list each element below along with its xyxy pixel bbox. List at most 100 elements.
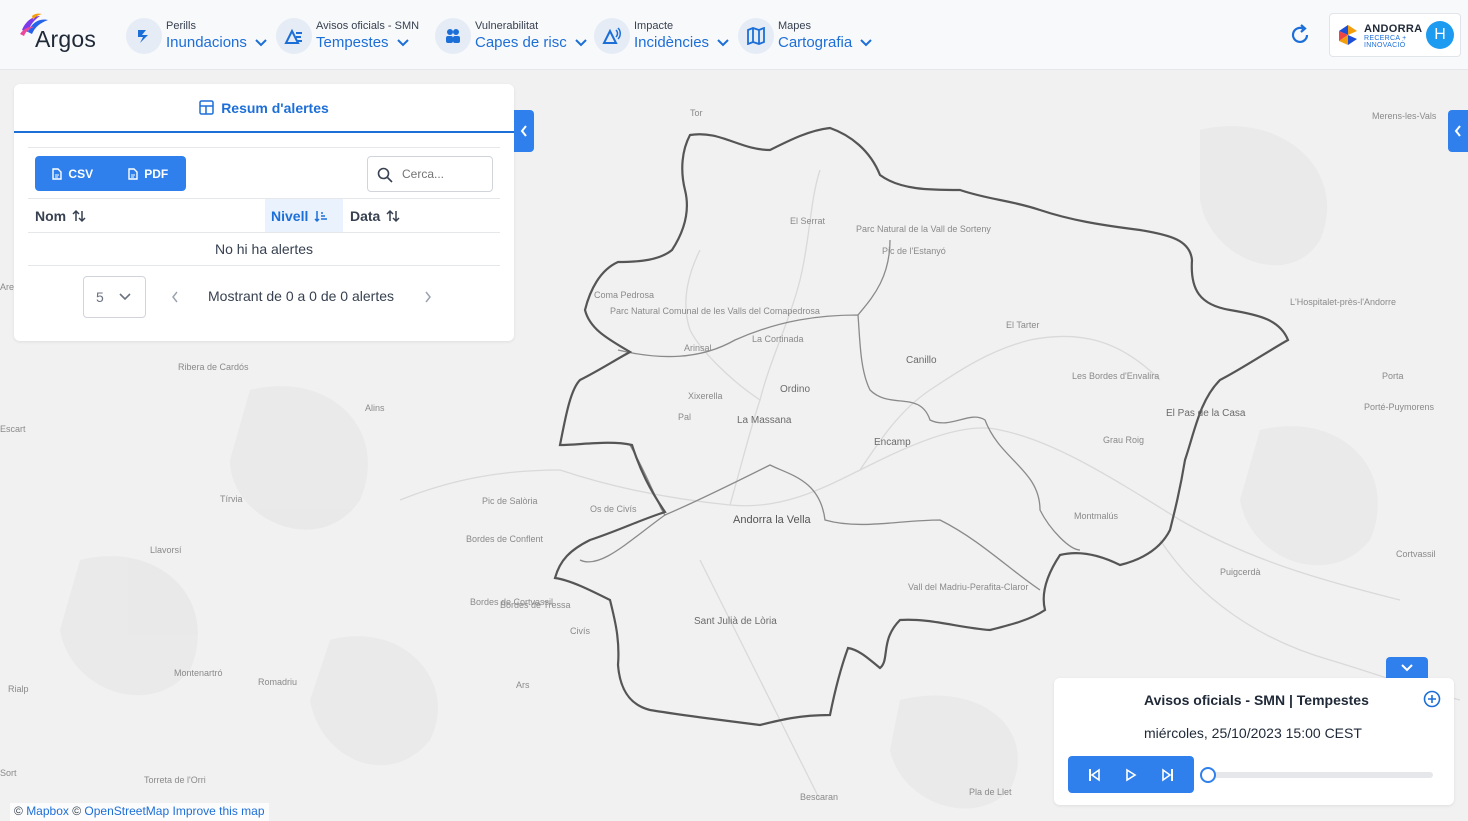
add-layer-button[interactable] <box>1423 690 1441 713</box>
map-attribution: © Mapbox © OpenStreetMap Improve this ma… <box>10 803 269 821</box>
alerts-table: Nom Nivell Data No hi ha alertes <box>28 198 500 266</box>
chevron-down-icon <box>396 39 409 47</box>
map-place-label: Sort <box>0 768 17 778</box>
map-place-label: Puigcerdà <box>1220 567 1261 577</box>
map-place-label: Montmalús <box>1074 511 1119 521</box>
map-place-label: Porta <box>1382 371 1404 381</box>
chevron-down-icon <box>575 39 587 47</box>
chevron-left-icon <box>1454 125 1461 137</box>
map-place-label: Pla de Llet <box>969 787 1012 797</box>
play-icon <box>1126 768 1137 781</box>
argos-logo[interactable]: Argos <box>18 12 103 56</box>
map-place-label: Bescaran <box>800 792 839 802</box>
chevron-left-icon <box>520 125 527 137</box>
map-place-label: Pic de l'Estanyó <box>882 246 946 256</box>
nav-mapes[interactable]: Mapes Cartografia <box>738 14 872 58</box>
export-pdf-button[interactable]: PDF <box>111 156 187 191</box>
openstreetmap-link[interactable]: OpenStreetMap <box>84 804 169 818</box>
search-input[interactable] <box>402 165 488 183</box>
mapbox-link[interactable]: Mapbox <box>26 804 69 818</box>
alert-signal-icon <box>594 18 630 54</box>
logo-text: Argos <box>35 26 97 52</box>
expand-right-panel-button[interactable] <box>1448 110 1468 152</box>
export-toolbar: CSV PDF <box>28 147 500 198</box>
sort-icon <box>72 209 86 222</box>
map-place-label: Parc Natural Comunal de les Valls del Co… <box>610 306 820 316</box>
partner-subtitle-1: RECERCA + <box>1364 35 1407 42</box>
user-avatar[interactable]: H <box>1426 21 1454 49</box>
tab-resum-alertes[interactable]: Resum d'alertes <box>14 84 514 133</box>
export-button-group: CSV PDF <box>35 156 186 191</box>
map-place-label: Montenartró <box>174 668 223 678</box>
tab-resum-alertes-label: Resum d'alertes <box>221 99 329 116</box>
map-place-label: Parc Natural de la Vall de Sorteny <box>856 224 991 234</box>
alerts-summary-panel: Resum d'alertes CSV PDF Nom Nivell <box>14 84 514 341</box>
map-place-label: Tírvia <box>220 494 243 504</box>
map-place-label: Merens-les-Vals <box>1372 111 1437 121</box>
pagination-info: Mostrant de 0 a 0 de 0 alertes <box>208 288 394 304</box>
map-place-label: Ribera de Cardós <box>178 362 249 372</box>
map-place-label: El Pas de la Casa <box>1166 408 1246 419</box>
rows-per-page-select[interactable]: 5 <box>83 276 146 318</box>
map-place-label: Escart <box>0 424 26 434</box>
chevron-left-icon <box>172 291 178 303</box>
map-place-label: Encamp <box>874 437 911 448</box>
column-header-nivell[interactable]: Nivell <box>265 199 343 232</box>
map-place-label: La Massana <box>737 415 792 426</box>
map-place-label: Romadriu <box>258 677 298 687</box>
time-slider-thumb[interactable] <box>1200 767 1216 783</box>
refresh-icon <box>1291 24 1309 44</box>
plus-circle-icon <box>1423 690 1441 708</box>
play-button[interactable] <box>1117 761 1145 789</box>
column-nivell-label: Nivell <box>271 207 309 224</box>
nav-vulnerabilitat[interactable]: Vulnerabilitat Capes de risc <box>435 14 587 58</box>
copyright-symbol: © <box>72 804 82 818</box>
export-csv-label: CSV <box>68 166 94 181</box>
nav-avisos-oficials[interactable]: Avisos oficials - SMN Tempestes <box>276 14 419 58</box>
column-header-data[interactable]: Data <box>350 199 470 232</box>
sort-icon <box>386 209 400 222</box>
chevron-down-icon <box>717 39 729 47</box>
time-slider-track[interactable] <box>1207 772 1433 778</box>
table-icon <box>199 100 214 115</box>
nav-impacte[interactable]: Impacte Incidències <box>594 14 729 58</box>
nav-mapes-caption: Mapes <box>778 20 812 32</box>
export-csv-button[interactable]: CSV <box>35 156 111 191</box>
collapse-left-panel-button[interactable] <box>514 110 534 152</box>
nav-avisos-caption: Avisos oficials - SMN <box>316 20 420 32</box>
export-pdf-label: PDF <box>144 166 169 181</box>
nav-vulnerabilitat-caption: Vulnerabilitat <box>475 20 539 32</box>
nav-perills[interactable]: Perills Inundacions <box>126 14 267 58</box>
nav-impacte-caption: Impacte <box>634 20 674 32</box>
chevron-right-icon <box>425 291 431 303</box>
chevron-down-icon <box>119 293 131 301</box>
partner-title: ANDORRA <box>1364 23 1423 35</box>
search-box <box>367 156 493 192</box>
skip-forward-icon <box>1161 767 1173 782</box>
andorra-recerca-logo-icon <box>1339 25 1357 45</box>
search-icon <box>377 167 393 183</box>
map-place-label: Porté-Puymorens <box>1364 402 1435 412</box>
map-place-label: Civís <box>570 626 590 636</box>
refresh-button[interactable] <box>1288 23 1312 47</box>
map-place-label: Grau Roig <box>1103 435 1145 445</box>
previous-page-button[interactable] <box>171 290 179 308</box>
map-place-label: Rialp <box>8 684 29 694</box>
table-header: Nom Nivell Data <box>28 198 500 233</box>
partner-badge[interactable]: ANDORRA RECERCA + INNOVACIÓ H <box>1329 13 1461 57</box>
collapse-time-panel-button[interactable] <box>1386 657 1428 678</box>
layer-title: Avisos oficials - SMN | Tempestes <box>1144 692 1369 708</box>
map-place-label: Os de Civís <box>590 504 637 514</box>
nav-avisos-label: Tempestes <box>316 34 389 51</box>
improve-map-link[interactable]: Improve this map <box>172 804 264 818</box>
map-place-label: Bordes de Conflent <box>466 534 544 544</box>
column-header-nom[interactable]: Nom <box>35 199 265 232</box>
next-page-button[interactable] <box>424 290 432 308</box>
step-forward-button[interactable] <box>1154 761 1182 789</box>
partner-subtitle-2: INNOVACIÓ <box>1364 42 1406 49</box>
map-place-label: Pal <box>678 412 692 422</box>
map-place-label: Coma Pedrosa <box>594 290 655 300</box>
map-place-label: Bordes de Cortvassil <box>470 597 554 607</box>
step-back-button[interactable] <box>1080 761 1108 789</box>
map-icon <box>738 18 774 54</box>
